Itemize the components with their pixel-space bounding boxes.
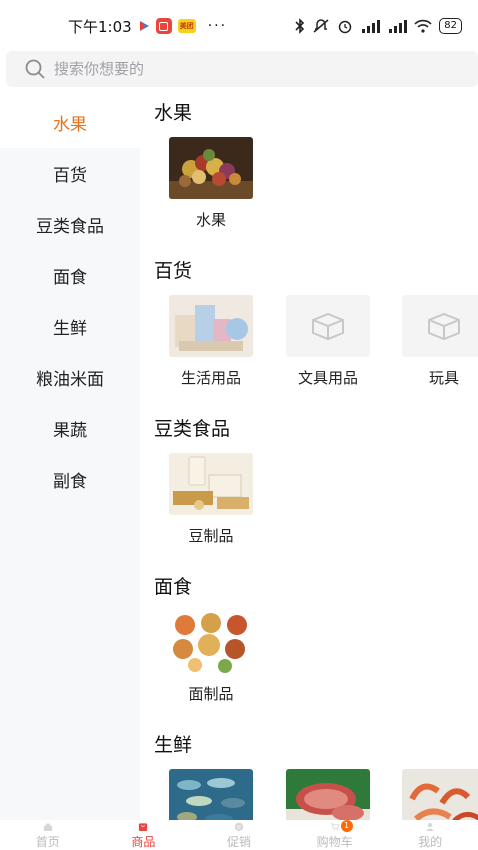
signal-icon [389, 20, 408, 33]
search-icon [25, 59, 45, 79]
battery-icon: 82 [439, 18, 462, 34]
promo-icon: 促 [234, 822, 244, 831]
tab-label: 我的 [418, 835, 443, 849]
sliced-ham-image [286, 769, 370, 820]
soy-products-image [169, 453, 253, 515]
sidebar-item-grain-oil[interactable]: 粮油米面 [0, 352, 140, 403]
pasta-dishes-image [169, 611, 253, 673]
tab-home[interactable]: 首页 [0, 820, 96, 850]
sidebar-item-fresh[interactable]: 生鲜 [0, 301, 140, 352]
placeholder-box-icon [402, 295, 478, 357]
section-title-general-goods: 百货 [154, 260, 193, 282]
sidebar-item-side-foods[interactable]: 副食 [0, 454, 140, 505]
tab-profile[interactable]: 我的 [382, 820, 478, 850]
seafood-assortment-image [169, 769, 253, 820]
category-sidebar: 水果 百货 豆类食品 面食 生鲜 粮油米面 果蔬 副食 [0, 97, 140, 820]
sidebar-item-bean-foods[interactable]: 豆类食品 [0, 199, 140, 250]
alarm-icon [339, 20, 352, 34]
shopping-bag-icon [139, 823, 148, 831]
product-label: 水果 [195, 211, 226, 229]
section-title-fruit: 水果 [154, 102, 193, 124]
sidebar-item-general-goods[interactable]: 百货 [0, 148, 140, 199]
more-dots: ··· [207, 18, 228, 34]
search-bar[interactable] [6, 51, 478, 87]
household-goods-image [169, 295, 253, 357]
sidebar-item-noodles[interactable]: 面食 [0, 250, 140, 301]
section-title-bean-foods: 豆类食品 [154, 418, 231, 440]
tab-label: 购物车 [316, 835, 353, 849]
section-title-noodles: 面食 [154, 576, 193, 598]
play-icon [138, 20, 150, 32]
wifi-icon [414, 19, 432, 33]
red-app-icon [155, 18, 172, 34]
placeholder-box-icon [286, 295, 370, 357]
bottom-tab-bar: 首页 商品 促 促销 1 购物车 我的 [0, 820, 478, 850]
tab-promotions[interactable]: 促 促销 [191, 820, 287, 850]
tab-label: 促销 [226, 835, 251, 849]
sidebar-item-fruit[interactable]: 水果 [0, 97, 140, 148]
user-icon [426, 823, 434, 831]
cart-badge: 1 [340, 820, 353, 832]
home-icon [43, 823, 52, 831]
svg-text:促: 促 [237, 824, 241, 830]
signal-icon [362, 20, 381, 33]
fruit-basket-image [169, 137, 253, 199]
mute-icon [313, 19, 329, 33]
tab-label: 商品 [131, 835, 156, 849]
status-bar: 下午1:03 美团 ··· 82 [0, 0, 478, 52]
category-content: 水果 水果 百货 生活用品 文具用品 玩具 豆类食品 豆制品 面食 面制品 生鲜 [140, 90, 478, 820]
meituan-icon: 美团 [177, 19, 196, 33]
product-label: 玩具 [428, 369, 459, 387]
section-title-fresh: 生鲜 [154, 734, 193, 756]
search-input[interactable] [54, 60, 354, 78]
bluetooth-icon [295, 18, 305, 34]
shrimp-image [402, 769, 478, 820]
product-label: 面制品 [188, 685, 234, 703]
tab-products[interactable]: 商品 [96, 820, 192, 850]
product-label: 豆制品 [188, 527, 234, 545]
tab-label: 首页 [35, 835, 60, 849]
tab-cart[interactable]: 1 购物车 [287, 820, 383, 850]
sidebar-item-produce[interactable]: 果蔬 [0, 403, 140, 454]
status-time: 下午1:03 [68, 17, 132, 36]
